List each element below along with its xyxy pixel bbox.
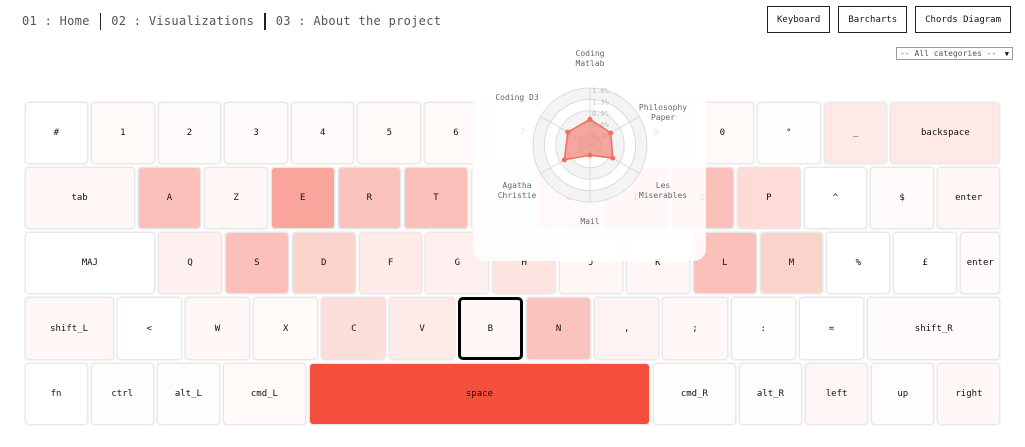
radar-axis-label: Les: [656, 181, 671, 190]
key-symbol-8[interactable]: ,: [594, 297, 660, 360]
key-p[interactable]: P: [737, 166, 801, 230]
key-1[interactable]: 1: [91, 101, 155, 164]
key-alt-r[interactable]: alt_R: [738, 362, 803, 425]
key-r[interactable]: R: [337, 166, 402, 230]
key-symbol-12[interactable]: _: [823, 101, 888, 164]
key-z[interactable]: Z: [204, 166, 268, 230]
key-2[interactable]: 2: [157, 101, 222, 164]
key-shift-l[interactable]: shift_L: [24, 297, 114, 360]
key-m[interactable]: M: [759, 232, 824, 295]
radar-axis-label: Agatha: [503, 181, 532, 190]
key-symbol-0[interactable]: #: [24, 101, 89, 164]
radar-tooltip: 1.6%1.3%0.9%0.6%0.3%CodingMatlabPhilosop…: [473, 40, 706, 261]
key-q[interactable]: Q: [158, 232, 222, 295]
key-symbol-12[interactable]: £: [893, 232, 958, 295]
key-up[interactable]: up: [871, 362, 935, 425]
key-x[interactable]: X: [253, 297, 319, 360]
key-right[interactable]: right: [937, 362, 1001, 425]
radar-tick-label: 1.3%: [592, 98, 610, 106]
radar-axis-label: Mail: [580, 217, 599, 226]
key-enter[interactable]: enter: [936, 166, 1001, 230]
key-w[interactable]: W: [184, 297, 251, 360]
radar-axis-label: Miserables: [639, 191, 687, 200]
key-b[interactable]: B: [457, 297, 523, 360]
radar-tick-label: 1.6%: [592, 87, 610, 95]
radar-point: [565, 129, 571, 135]
key-4[interactable]: 4: [290, 101, 355, 164]
radar-chart: 1.6%1.3%0.9%0.6%0.3%CodingMatlabPhilosop…: [495, 49, 687, 226]
key-n[interactable]: N: [525, 297, 592, 360]
key-c[interactable]: C: [321, 297, 387, 360]
key-d[interactable]: D: [291, 232, 356, 295]
key-tab[interactable]: tab: [24, 166, 135, 230]
key-symbol-11[interactable]: °: [757, 101, 821, 164]
radar-point: [608, 130, 614, 136]
key-alt-l[interactable]: alt_L: [156, 362, 220, 425]
radar-point: [587, 116, 593, 122]
key-space[interactable]: space: [308, 362, 650, 425]
radar-point: [561, 157, 567, 163]
key-symbol-11[interactable]: =: [798, 297, 865, 360]
key-t[interactable]: T: [404, 166, 468, 230]
key-left[interactable]: left: [805, 362, 869, 425]
key-symbol-12[interactable]: $: [870, 166, 934, 230]
key-fn[interactable]: fn: [24, 362, 88, 425]
key-backspace[interactable]: backspace: [890, 101, 1001, 164]
key-f[interactable]: F: [358, 232, 423, 295]
key-v[interactable]: V: [389, 297, 455, 360]
radar-axis-label: Philosophy: [639, 103, 687, 112]
key-s[interactable]: S: [224, 232, 289, 295]
key-3[interactable]: 3: [224, 101, 288, 164]
key-shift-r[interactable]: shift_R: [867, 297, 1001, 360]
key-symbol-9[interactable]: ;: [662, 297, 728, 360]
key-symbol-10[interactable]: :: [730, 297, 796, 360]
radar-axis-label: Coding D3: [495, 93, 539, 102]
key-cmd-l[interactable]: cmd_L: [222, 362, 306, 425]
key-symbol-1[interactable]: <: [116, 297, 182, 360]
radar-axis-label: Paper: [651, 113, 675, 122]
key-e[interactable]: E: [270, 166, 335, 230]
key-maj[interactable]: MAJ: [24, 232, 156, 295]
radar-axis-label: Matlab: [576, 59, 605, 68]
key-5[interactable]: 5: [357, 101, 422, 164]
key-cmd-r[interactable]: cmd_R: [652, 362, 736, 425]
radar-point: [610, 155, 616, 161]
radar-point: [587, 152, 593, 158]
key-ctrl[interactable]: ctrl: [90, 362, 154, 425]
key-a[interactable]: A: [137, 166, 202, 230]
key-symbol-11[interactable]: %: [826, 232, 891, 295]
radar-axis-label: Christie: [498, 191, 537, 200]
radar-axis-label: Coding: [576, 49, 605, 58]
radar-tick-label: 0.9%: [592, 110, 610, 118]
key-symbol-11[interactable]: ^: [803, 166, 868, 230]
key-enter[interactable]: enter: [960, 232, 1001, 295]
